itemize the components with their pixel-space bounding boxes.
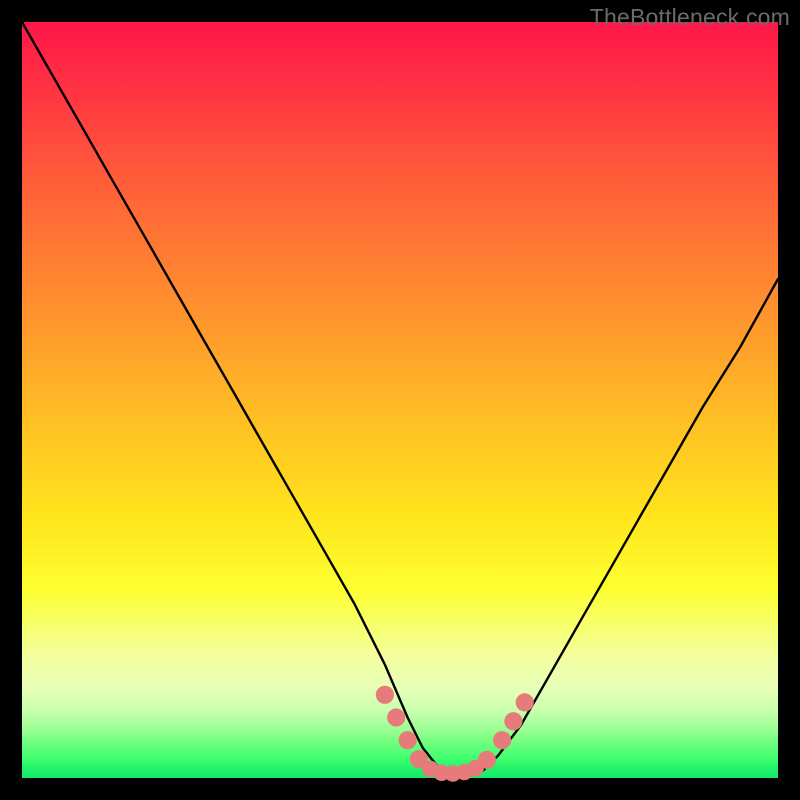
curve-marker	[516, 693, 534, 711]
chart-frame: TheBottleneck.com	[0, 0, 800, 800]
watermark-text: TheBottleneck.com	[590, 4, 790, 31]
chart-plot-area	[22, 22, 778, 778]
curve-marker	[376, 686, 394, 704]
curve-marker	[504, 712, 522, 730]
curve-marker	[399, 731, 417, 749]
curve-marker	[493, 731, 511, 749]
curve-marker	[387, 708, 405, 726]
bottleneck-curve-svg	[22, 22, 778, 778]
bottleneck-curve	[22, 22, 778, 774]
curve-marker	[478, 751, 496, 769]
